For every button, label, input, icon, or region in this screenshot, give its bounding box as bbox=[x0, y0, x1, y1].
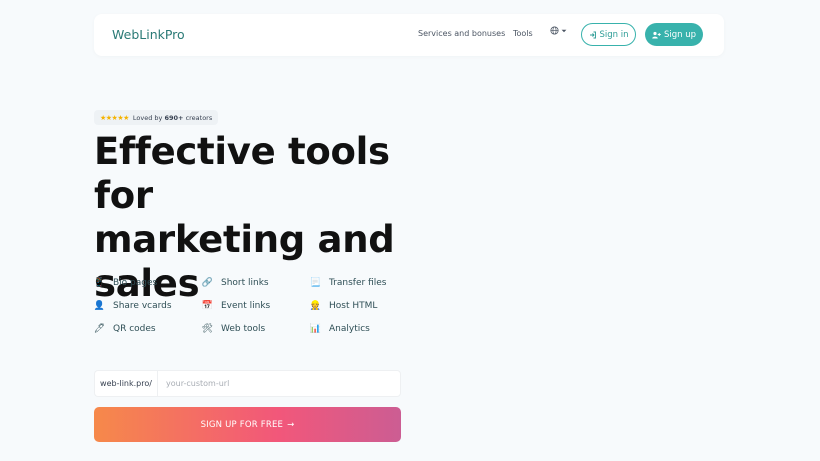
feature-item-transfer-files: 📃 Transfer files bbox=[309, 277, 387, 288]
user-plus-icon bbox=[652, 31, 661, 38]
feature-label: Event links bbox=[221, 300, 271, 311]
link-icon: 🔗 bbox=[201, 277, 214, 288]
tools-icon: 🛠 bbox=[201, 323, 214, 334]
feature-item-bio-pages: 📱 Bio pages bbox=[94, 277, 157, 288]
hero-title-line-2: marketing and bbox=[94, 218, 395, 261]
feature-label: Transfer files bbox=[329, 277, 387, 288]
feature-item-event-links: 📅 Event links bbox=[202, 300, 270, 311]
nav-link-tools[interactable]: Tools bbox=[513, 29, 533, 38]
social-proof-badge: ★★★★★ Loved by 690+ creators bbox=[94, 110, 219, 125]
custom-url-input[interactable] bbox=[157, 370, 401, 397]
sign-up-free-button[interactable]: SIGN UP FOR FREE → bbox=[94, 407, 401, 442]
feature-label: Short links bbox=[221, 277, 269, 288]
person-icon: 👤 bbox=[93, 300, 106, 311]
badge-text: Loved by 690+ creators bbox=[133, 114, 212, 122]
globe-icon bbox=[550, 26, 559, 35]
custom-url-field-group: web-link.pro/ bbox=[94, 370, 401, 397]
sign-in-label: Sign in bbox=[599, 29, 629, 40]
feature-item-web-tools: 🛠 Web tools bbox=[202, 323, 265, 334]
cta-label: SIGN UP FOR FREE bbox=[200, 419, 284, 430]
brand-logo-text[interactable]: WebLinkPro bbox=[112, 27, 185, 42]
caret-down-icon bbox=[561, 29, 567, 32]
badge-prefix: Loved by bbox=[132, 113, 163, 122]
feature-label: Host HTML bbox=[329, 300, 378, 311]
feature-item-share-vcards: 👤 Share vcards bbox=[94, 300, 172, 311]
badge-suffix: creators bbox=[185, 113, 213, 122]
feature-label: Web tools bbox=[221, 323, 266, 334]
calendar-icon: 📅 bbox=[201, 300, 214, 311]
phone-icon: 📱 bbox=[93, 277, 106, 288]
document-icon: 📃 bbox=[309, 277, 322, 288]
feature-item-analytics: 📊 Analytics bbox=[310, 323, 370, 334]
hero-title-line-1: Effective tools for bbox=[94, 130, 390, 217]
sign-in-icon bbox=[589, 31, 596, 38]
feature-label: Share vcards bbox=[113, 300, 172, 311]
sign-up-label: Sign up bbox=[663, 29, 697, 40]
url-prefix-label: web-link.pro/ bbox=[94, 370, 157, 397]
feature-item-host-html: 👷 Host HTML bbox=[309, 300, 378, 311]
top-navbar: WebLinkPro Services and bonuses Tools Si… bbox=[94, 14, 724, 56]
feature-label: QR codes bbox=[113, 323, 156, 334]
feature-item-qr-codes: 🖊 QR codes bbox=[94, 323, 156, 334]
feature-label: Bio pages bbox=[113, 277, 158, 288]
nav-link-services[interactable]: Services and bonuses bbox=[418, 29, 505, 38]
sign-up-button[interactable]: Sign up bbox=[645, 23, 703, 46]
rating-stars-icon: ★★★★★ bbox=[100, 113, 129, 122]
language-dropdown[interactable] bbox=[550, 26, 567, 35]
badge-count: 690+ bbox=[164, 113, 184, 122]
arrow-right-icon: → bbox=[287, 419, 295, 430]
feature-label: Analytics bbox=[329, 323, 370, 334]
worker-icon: 👷 bbox=[309, 300, 322, 311]
feature-item-short-links: 🔗 Short links bbox=[202, 277, 269, 288]
sign-in-button[interactable]: Sign in bbox=[581, 23, 636, 46]
chart-icon: 📊 bbox=[309, 323, 322, 334]
pen-icon: 🖊 bbox=[93, 323, 106, 334]
